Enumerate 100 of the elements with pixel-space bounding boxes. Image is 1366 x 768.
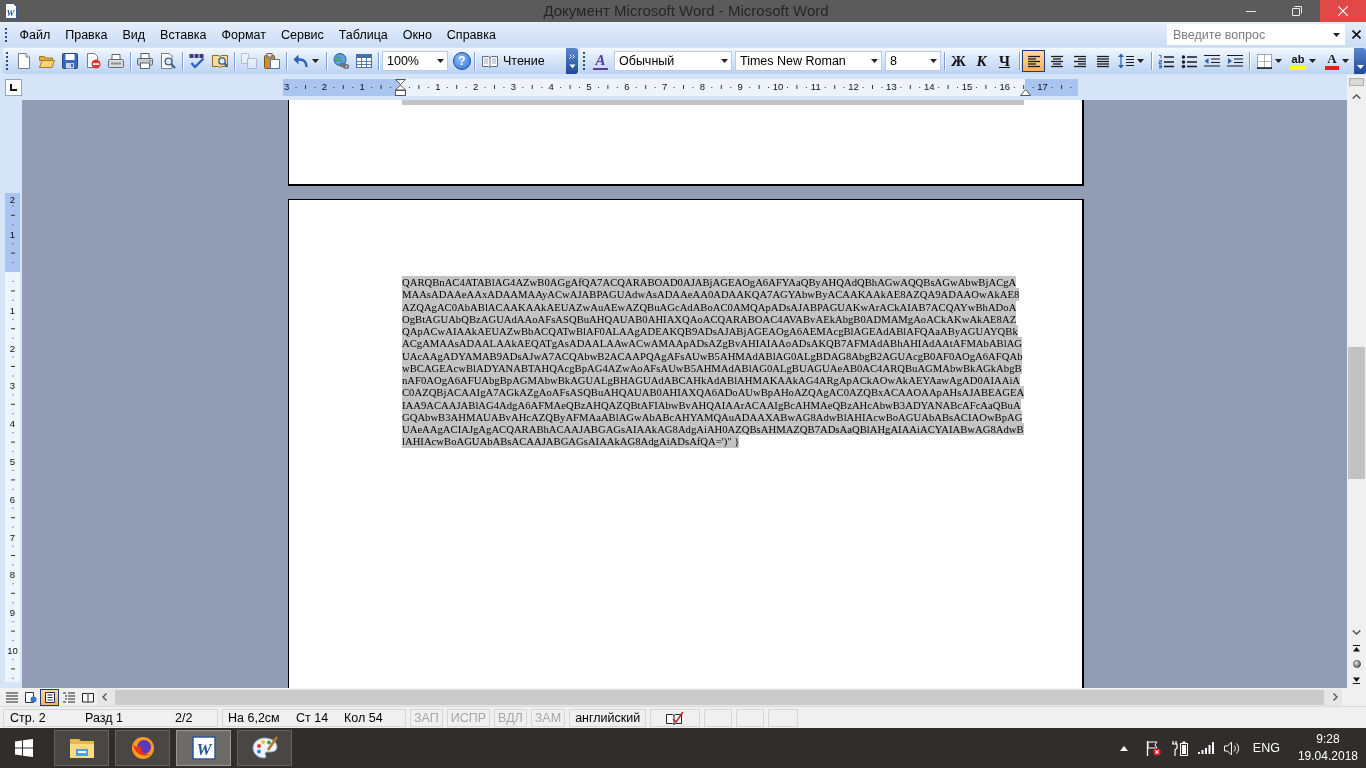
ruler-number: 5	[586, 81, 592, 93]
bulleted-list-icon	[1180, 53, 1197, 69]
book-check-icon[interactable]	[666, 710, 685, 725]
ruler-number: 3	[8, 379, 17, 391]
toolbar-options-button[interactable]	[1354, 48, 1366, 74]
close-icon	[1338, 6, 1348, 16]
page-number: Стр. 2	[10, 710, 47, 725]
underline-button[interactable]: Ч	[993, 50, 1016, 72]
font-size-combo[interactable]: 8	[885, 51, 941, 71]
question-dropdown-button[interactable]	[1327, 24, 1345, 45]
browser-taskbar-button[interactable]	[115, 730, 170, 766]
border-grid-icon	[1256, 53, 1272, 69]
ruler-number: 1	[359, 81, 365, 93]
menu-item[interactable]: Окно	[395, 25, 440, 44]
style-combo[interactable]: Обычный	[614, 51, 732, 71]
up-chevron-icon	[1352, 93, 1361, 99]
language-indicator[interactable]: английский	[569, 708, 647, 727]
ruler-number: 3	[510, 81, 517, 93]
menu-item[interactable]: Таблица	[331, 25, 396, 44]
menu-item[interactable]: Сервис	[273, 25, 332, 44]
align-left-icon	[1026, 54, 1041, 68]
menu-item[interactable]: Вид	[114, 25, 153, 44]
caret-icon	[1332, 32, 1340, 37]
align-left-button[interactable]	[1022, 50, 1045, 72]
line-number: Ст 14	[296, 710, 330, 725]
w-document-icon: W	[3, 3, 19, 19]
menu-item[interactable]: Справка	[439, 25, 504, 44]
signal-bars-icon[interactable]	[1197, 742, 1214, 754]
ruler-number: 15	[961, 81, 973, 93]
ruler-number: 8	[699, 81, 706, 93]
menu-item[interactable]: Формат	[214, 25, 274, 44]
menu-item[interactable]: Файл	[12, 25, 58, 44]
fox-globe-icon	[129, 736, 156, 760]
spell-check-icon	[188, 53, 205, 69]
highlight-button[interactable]: ab	[1286, 50, 1320, 72]
question-field[interactable]: Введите вопрос	[1167, 24, 1327, 45]
close-icon	[1351, 30, 1361, 39]
blank-page-icon	[15, 53, 32, 69]
two-pages-icon	[240, 53, 257, 69]
scroll-thumb[interactable]	[1348, 347, 1365, 479]
toolbar-options-button[interactable]	[566, 48, 578, 74]
flag-x-icon[interactable]	[1145, 740, 1161, 756]
italic-button[interactable]: К	[970, 50, 993, 72]
input-language[interactable]: ENG	[1252, 741, 1280, 755]
book-magnifier-icon	[211, 53, 228, 69]
bar-down-triangle-icon	[1353, 676, 1360, 684]
undo-arrow-icon	[293, 53, 309, 69]
right-chevron-icon	[1332, 693, 1338, 701]
speaker-icon[interactable]	[1223, 740, 1240, 756]
reading-button[interactable]: Чтение	[477, 50, 552, 72]
ruler-number: 1	[8, 304, 17, 316]
page-count: 2/2	[175, 710, 193, 725]
menu-item[interactable]: Правка	[57, 25, 115, 44]
grip-icon	[5, 27, 8, 42]
paint-taskbar-button[interactable]	[237, 730, 292, 766]
ruler-number: 2	[321, 81, 328, 93]
paper-tray-icon	[107, 53, 124, 69]
font-combo[interactable]: Times New Roman	[735, 51, 882, 71]
align-center-icon	[1049, 54, 1064, 68]
ruler-number: 5	[8, 455, 17, 467]
menu-item[interactable]: Вставка	[152, 25, 215, 44]
font-color-button[interactable]: A	[1320, 50, 1354, 72]
caret-icon	[312, 59, 319, 63]
zoom-combo[interactable]: 100%	[382, 51, 448, 71]
ruler-number: 1	[435, 81, 441, 93]
line-spacing-icon	[1118, 53, 1134, 69]
folder-icon	[38, 53, 55, 69]
indent-marker-icon[interactable]	[395, 79, 406, 96]
palette-icon	[251, 736, 278, 760]
four-panes-icon	[15, 739, 33, 757]
ruler-number: 2	[8, 342, 17, 354]
bold-button[interactable]: Ж	[947, 50, 970, 72]
ruler-number: 4	[8, 417, 17, 429]
column-number: Кол 54	[344, 710, 383, 725]
caret-icon[interactable]	[871, 59, 878, 63]
caret-icon	[1137, 59, 1144, 63]
ruler-number: 3	[283, 81, 290, 93]
ruler-number: 6	[624, 81, 630, 93]
chevron-icon	[568, 53, 576, 69]
caret-icon[interactable]	[437, 59, 444, 63]
clock-button[interactable]: 9:28 19.04.2018	[1293, 731, 1366, 765]
ruler-number: 4	[548, 81, 554, 93]
split-handle[interactable]	[1349, 78, 1364, 86]
caret-icon[interactable]	[930, 59, 937, 63]
folder-taskbar-button[interactable]	[54, 730, 109, 766]
tab-selector-button[interactable]	[5, 79, 22, 96]
battery-plug-icon[interactable]	[1170, 740, 1188, 756]
ruler-number: 11	[810, 81, 821, 93]
ruler-number: 2	[8, 193, 17, 205]
ruler-number: 2	[472, 81, 479, 93]
folder-icon	[68, 736, 95, 760]
numbered-list-icon	[1157, 53, 1174, 69]
document-taskbar-button[interactable]: W	[176, 730, 231, 766]
page-no-entry-icon	[84, 53, 101, 69]
print-layout-button[interactable]	[40, 688, 59, 706]
restore-icon	[1292, 6, 1302, 16]
page-globe-icon	[24, 691, 37, 703]
caret-icon[interactable]	[721, 59, 728, 63]
indent-marker-icon[interactable]	[1020, 89, 1031, 96]
ruler-number: 12	[848, 81, 859, 93]
